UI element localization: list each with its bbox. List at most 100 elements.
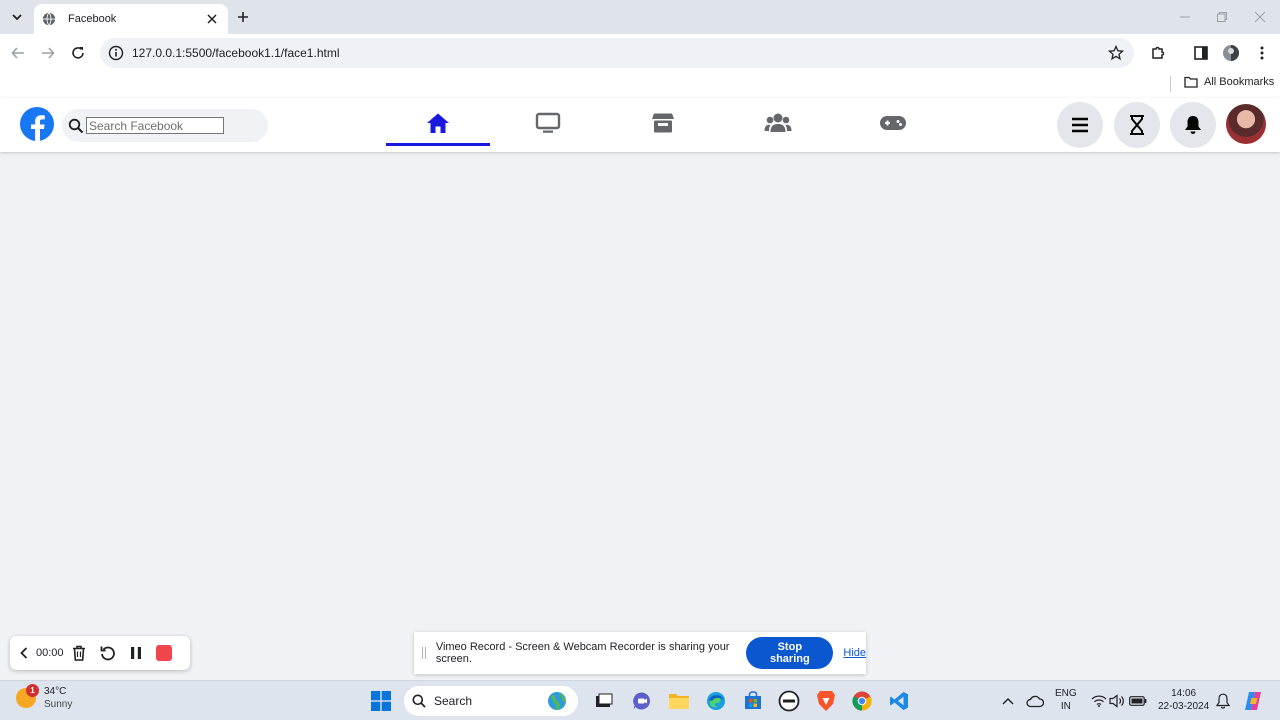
windows-icon (371, 691, 391, 711)
battery-status[interactable] (1126, 689, 1150, 713)
start-button[interactable] (369, 689, 393, 713)
globe-icon (42, 12, 56, 26)
browser-menu-button[interactable] (1251, 42, 1273, 64)
taskbar-search[interactable]: Search (404, 686, 578, 716)
chevron-left-icon (20, 647, 28, 659)
battery-icon (1129, 696, 1147, 706)
gamepad-icon (880, 116, 906, 130)
taskbar-search-label: Search (434, 694, 473, 708)
new-tab-button[interactable] (234, 8, 252, 26)
chrome-icon (852, 691, 872, 711)
screen-sharing-bar: Vimeo Record - Screen & Webcam Recorder … (414, 632, 866, 674)
clock[interactable]: 14:06 22-03-2024 (1158, 687, 1209, 713)
back-button[interactable] (7, 42, 29, 64)
drag-handle[interactable] (422, 647, 426, 659)
bell-icon (1216, 693, 1230, 709)
tab-watch[interactable] (496, 98, 600, 148)
restart-icon (100, 646, 115, 661)
chat-icon (633, 692, 651, 710)
delete-recording-button[interactable] (72, 643, 86, 663)
edge-browser-button[interactable] (704, 689, 728, 713)
trash-icon (72, 645, 85, 661)
bookmarks-bar: All Bookmarks (0, 72, 1280, 98)
reload-button[interactable] (67, 42, 89, 64)
facebook-logo[interactable] (20, 107, 54, 141)
minimize-button[interactable] (1176, 8, 1194, 26)
kebab-menu-icon (1260, 46, 1264, 60)
copilot-button[interactable] (1241, 689, 1265, 713)
reload-icon (72, 47, 84, 59)
file-explorer-button[interactable] (667, 689, 691, 713)
close-window-button[interactable] (1251, 8, 1269, 26)
side-panel-button[interactable] (1190, 42, 1212, 64)
menu-button[interactable] (1057, 102, 1103, 148)
clock-date: 22-03-2024 (1158, 701, 1210, 712)
facebook-search-box (62, 109, 268, 142)
task-view-icon (596, 693, 613, 707)
browser-tab-strip: Facebook (0, 0, 1280, 34)
tab-home[interactable] (386, 98, 490, 148)
stop-recording-button[interactable] (155, 643, 172, 663)
language-line1: ENG (1055, 688, 1077, 699)
extensions-button[interactable] (1147, 42, 1169, 64)
microsoft-store-button[interactable] (741, 689, 765, 713)
facebook-f-icon (31, 115, 45, 141)
chrome-button[interactable] (850, 689, 874, 713)
facebook-header (0, 98, 1280, 152)
all-bookmarks-button[interactable]: All Bookmarks (1184, 76, 1274, 88)
collapse-recorder-button[interactable] (20, 643, 28, 663)
star-icon[interactable] (1108, 45, 1124, 61)
show-hidden-icons-button[interactable] (996, 689, 1020, 713)
brave-browser-button[interactable] (814, 689, 838, 713)
users-icon (764, 113, 792, 132)
url-text[interactable]: 127.0.0.1:5500/facebook1.1/face1.html (132, 46, 340, 60)
dell-app-button[interactable] (777, 689, 801, 713)
tab-search-button[interactable] (6, 6, 28, 28)
recording-time: 00:00 (36, 647, 64, 659)
copilot-icon (1245, 692, 1261, 710)
tab-groups[interactable] (726, 98, 830, 148)
search-icon (412, 694, 426, 708)
clock-time: 14:06 (1171, 688, 1197, 699)
speaker-icon (1109, 694, 1124, 708)
bell-icon (1185, 116, 1201, 134)
info-icon[interactable] (108, 45, 124, 61)
restart-recording-button[interactable] (100, 643, 116, 663)
arrow-right-icon (42, 47, 55, 59)
arrow-left-icon (11, 47, 24, 59)
notifications-button[interactable] (1170, 102, 1216, 148)
chevron-down-icon (12, 14, 22, 21)
search-input[interactable] (86, 117, 224, 134)
vscode-icon (890, 692, 908, 710)
language-indicator[interactable]: ENG IN (1055, 687, 1077, 713)
weather-widget[interactable]: 1 34°C Sunny (16, 684, 72, 711)
teams-chat-button[interactable] (630, 689, 654, 713)
task-view-button[interactable] (592, 689, 616, 713)
hide-sharing-bar-link[interactable]: Hide (843, 647, 866, 659)
close-icon (1254, 11, 1266, 23)
search-icon (68, 118, 84, 133)
weather-badge: 1 (26, 684, 39, 697)
messenger-button[interactable] (1114, 102, 1160, 148)
home-icon (427, 113, 449, 133)
language-line2: IN (1060, 701, 1071, 712)
close-tab-button[interactable] (204, 11, 220, 27)
tab-marketplace[interactable] (611, 98, 715, 148)
onedrive-button[interactable] (1023, 689, 1047, 713)
pause-recording-button[interactable] (130, 643, 142, 663)
browser-tab[interactable]: Facebook (34, 4, 228, 34)
notification-center-button[interactable] (1211, 689, 1235, 713)
vscode-button[interactable] (887, 689, 911, 713)
address-bar[interactable]: 127.0.0.1:5500/facebook1.1/face1.html (100, 38, 1134, 68)
profile-button[interactable] (1220, 42, 1242, 64)
tab-gaming[interactable] (841, 98, 945, 148)
stop-sharing-button[interactable]: Stop sharing (746, 637, 834, 669)
sharing-message: Vimeo Record - Screen & Webcam Recorder … (435, 641, 730, 665)
pause-icon (130, 647, 141, 659)
profile-avatar[interactable] (1226, 104, 1266, 144)
browser-toolbar: 127.0.0.1:5500/facebook1.1/face1.html (0, 34, 1280, 72)
restore-icon (1217, 12, 1227, 22)
forward-button[interactable] (37, 42, 59, 64)
tv-icon (535, 112, 561, 133)
restore-button[interactable] (1213, 8, 1231, 26)
